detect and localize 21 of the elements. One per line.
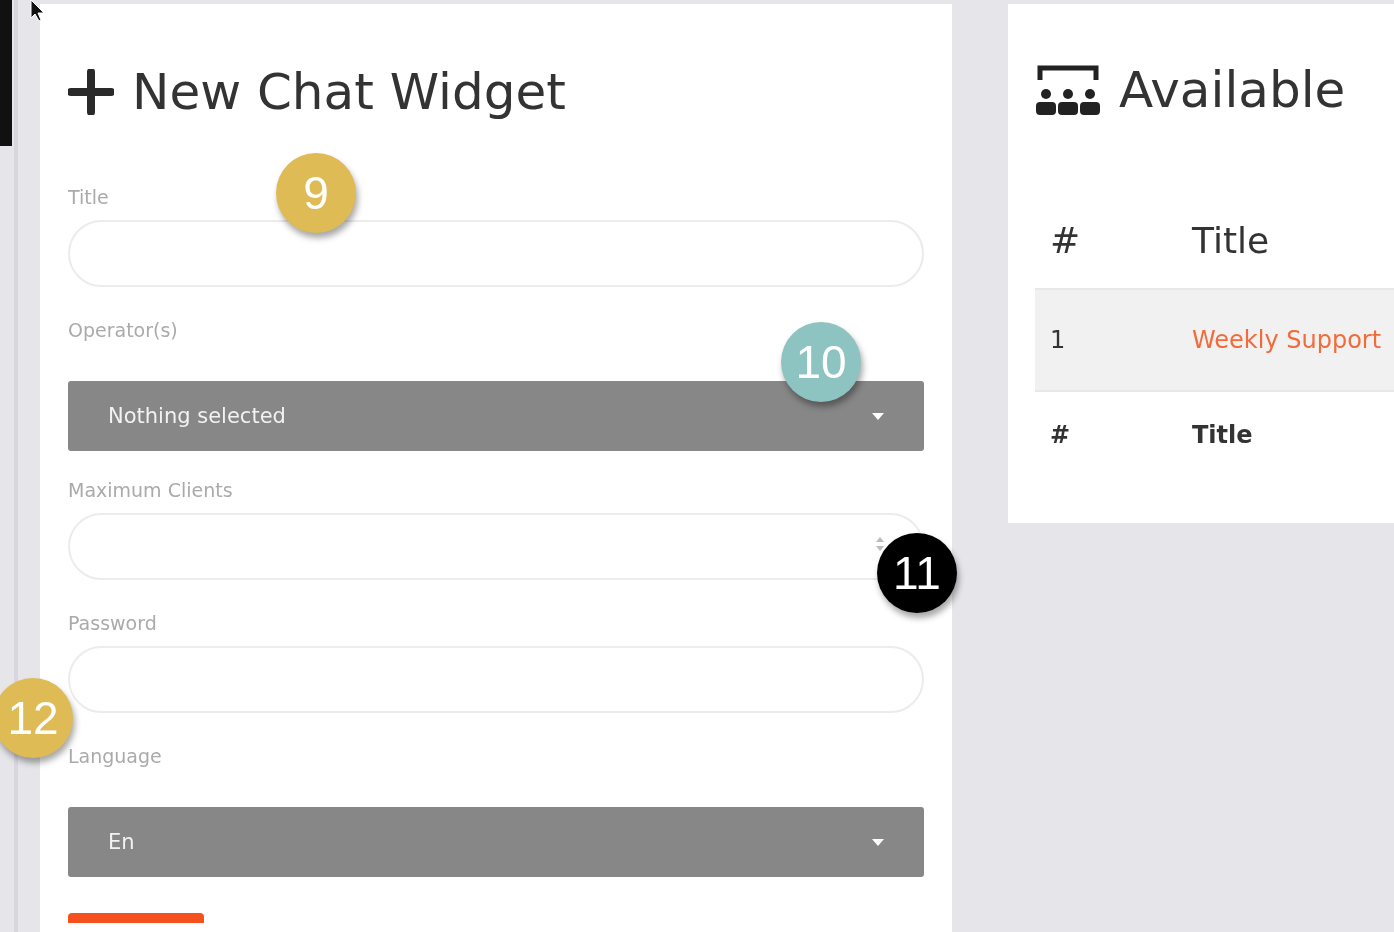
field-label: Maximum Clients	[68, 479, 233, 501]
select-dropdown[interactable]: Nothing selected	[68, 381, 924, 451]
column-header: Title	[1192, 219, 1270, 261]
column-header: #	[1050, 219, 1081, 261]
select-dropdown[interactable]: En	[68, 807, 924, 877]
field-label: Password	[68, 612, 157, 634]
group-icon	[1035, 64, 1101, 116]
panel-title: Available	[1119, 61, 1346, 119]
column-footer: Title	[1192, 421, 1253, 449]
field-label: Operator(s)	[68, 319, 178, 341]
panel-title: New Chat Widget	[132, 63, 566, 121]
caret-icon	[872, 412, 884, 420]
column-footer: #	[1050, 421, 1071, 449]
table-cell: 1	[1050, 326, 1066, 354]
field-label: Title	[68, 186, 109, 208]
caret-icon	[872, 838, 884, 846]
group-link[interactable]: Weekly Support	[1192, 326, 1382, 354]
password-field[interactable]	[68, 646, 924, 713]
submit-button[interactable]	[68, 913, 204, 923]
plus-icon	[68, 69, 114, 115]
spinner-icon	[876, 537, 884, 551]
